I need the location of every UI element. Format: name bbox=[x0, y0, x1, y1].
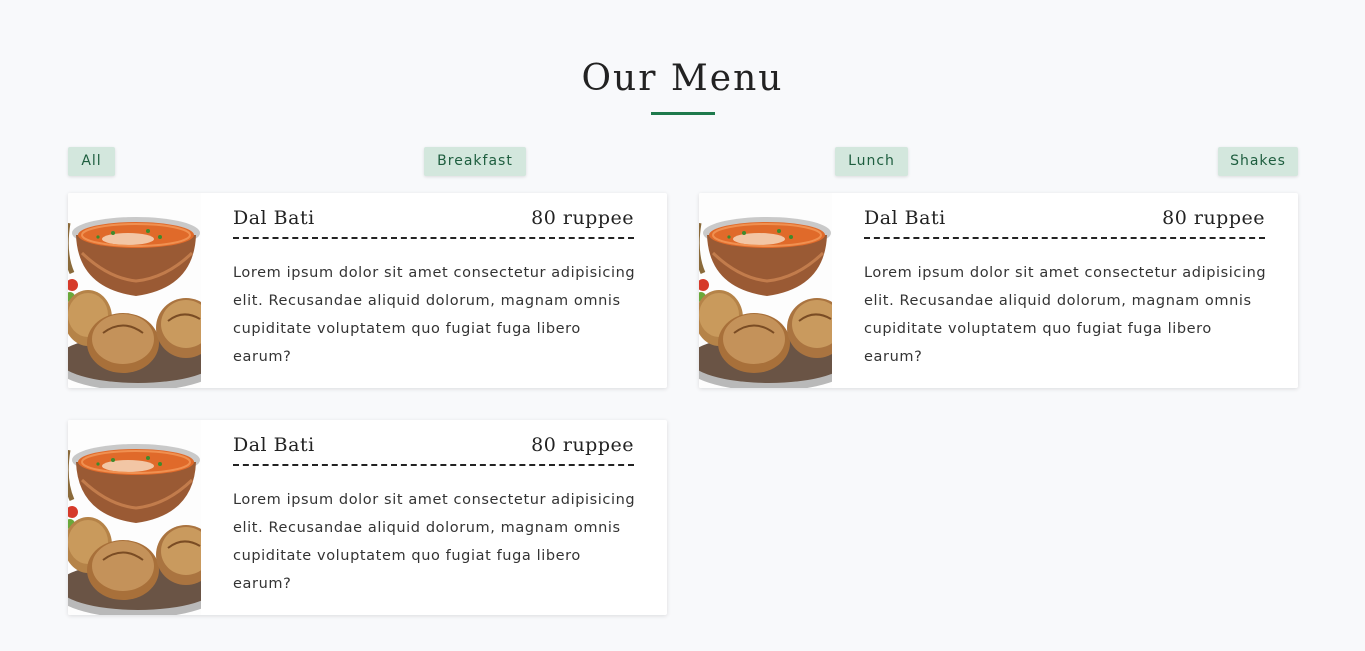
menu-item-body: Dal Bati 80 ruppee Lorem ipsum dolor sit… bbox=[864, 193, 1267, 388]
dish-name: Dal Bati bbox=[233, 207, 315, 229]
dal-bati-photo bbox=[68, 420, 201, 615]
dal-bati-photo bbox=[68, 193, 201, 388]
dish-name: Dal Bati bbox=[864, 207, 946, 229]
filter-breakfast-button[interactable]: Breakfast bbox=[424, 147, 526, 176]
dish-description: Lorem ipsum dolor sit amet consectetur a… bbox=[233, 492, 636, 592]
dish-price: 80 ruppee bbox=[531, 207, 634, 229]
menu-item-header: Dal Bati 80 ruppee bbox=[233, 434, 634, 466]
dish-description: Lorem ipsum dolor sit amet consectetur a… bbox=[233, 265, 636, 365]
dish-price: 80 ruppee bbox=[531, 434, 634, 456]
menu-item-card: Dal Bati 80 ruppee Lorem ipsum dolor sit… bbox=[68, 420, 667, 615]
menu-item-card: Dal Bati 80 ruppee Lorem ipsum dolor sit… bbox=[699, 193, 1298, 388]
filter-lunch-button[interactable]: Lunch bbox=[835, 147, 908, 176]
dish-price: 80 ruppee bbox=[1162, 207, 1265, 229]
dish-name: Dal Bati bbox=[233, 434, 315, 456]
filter-all-button[interactable]: All bbox=[68, 147, 115, 176]
menu-section: Our Menu All Breakfast Lunch Shakes Dal … bbox=[0, 0, 1365, 651]
section-title: Our Menu bbox=[581, 58, 784, 99]
menu-item-body: Dal Bati 80 ruppee Lorem ipsum dolor sit… bbox=[233, 420, 636, 615]
dish-description: Lorem ipsum dolor sit amet consectetur a… bbox=[864, 265, 1267, 365]
dal-bati-photo bbox=[699, 193, 832, 388]
menu-item-body: Dal Bati 80 ruppee Lorem ipsum dolor sit… bbox=[233, 193, 636, 388]
title-underline bbox=[651, 112, 715, 115]
filter-shakes-button[interactable]: Shakes bbox=[1218, 147, 1298, 176]
menu-item-header: Dal Bati 80 ruppee bbox=[233, 207, 634, 239]
menu-item-header: Dal Bati 80 ruppee bbox=[864, 207, 1265, 239]
menu-item-card: Dal Bati 80 ruppee Lorem ipsum dolor sit… bbox=[68, 193, 667, 388]
